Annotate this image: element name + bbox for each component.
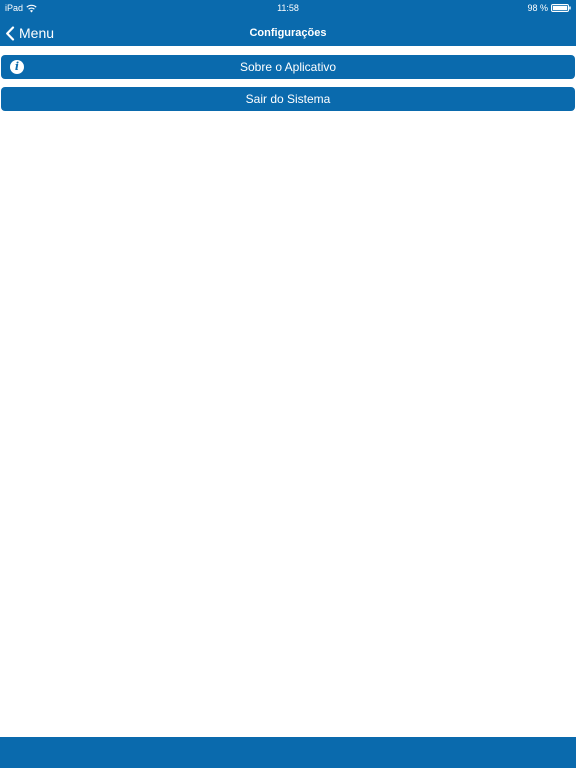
about-app-label: Sobre o Aplicativo xyxy=(239,60,337,74)
about-app-button[interactable]: i Sobre o Aplicativo xyxy=(1,55,575,79)
logout-label: Sair do Sistema xyxy=(245,92,331,106)
status-bar: iPad 11:58 98 % xyxy=(0,0,576,16)
page-title: Configurações xyxy=(249,27,327,39)
battery-icon xyxy=(551,4,571,12)
status-time: 11:58 xyxy=(277,3,299,13)
app-screen: iPad 11:58 98 % Menu Configurações i Sob… xyxy=(0,0,576,768)
bottom-bar xyxy=(0,737,576,768)
logout-button[interactable]: Sair do Sistema xyxy=(1,87,575,111)
status-battery: 98 % xyxy=(527,3,571,13)
battery-percentage: 98 % xyxy=(527,3,548,13)
info-icon: i xyxy=(10,60,24,74)
top-bar: iPad 11:58 98 % Menu Configurações xyxy=(0,0,576,46)
